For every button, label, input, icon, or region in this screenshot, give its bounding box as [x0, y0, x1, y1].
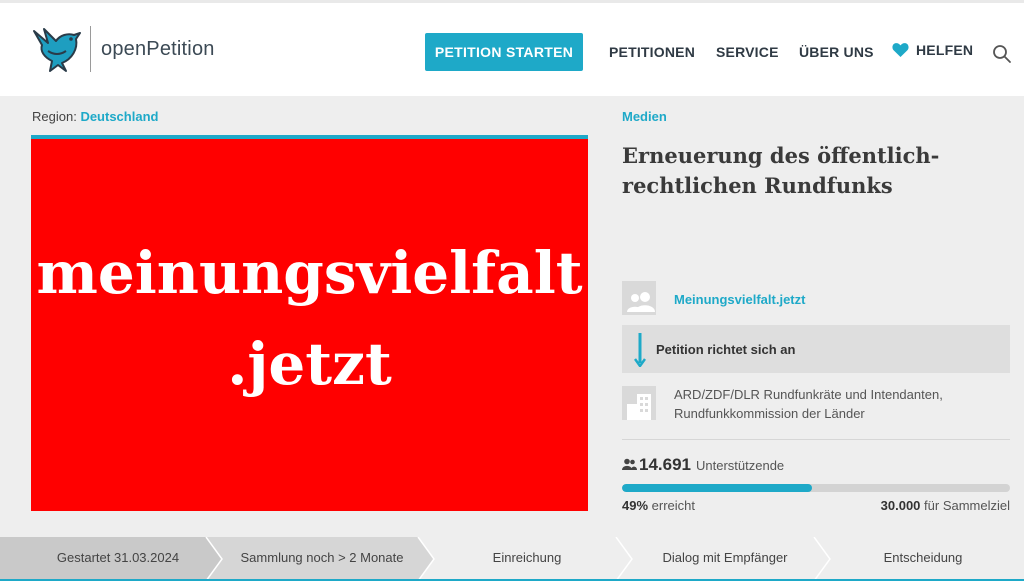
section-divider [622, 439, 1010, 440]
nav-help[interactable]: HELFEN [892, 42, 973, 58]
nav-service[interactable]: SERVICE [716, 44, 779, 60]
percent-label: erreicht [651, 498, 696, 513]
logo-divider [90, 26, 91, 72]
users-icon [622, 458, 637, 470]
site-logo[interactable]: openPetition [30, 23, 215, 75]
goal-label: für Sammelziel [924, 498, 1010, 513]
supporters-label: Unterstützende [696, 458, 785, 473]
nav-petitions[interactable]: PETITIONEN [609, 44, 695, 60]
goal-value: 30.000 [880, 498, 921, 513]
addressed-to-box: Petition richtet sich an [622, 325, 1010, 373]
bird-logo-icon [33, 28, 81, 72]
progress-bar [622, 484, 1010, 492]
goal-info: 30.000 für Sammelziel [881, 498, 1010, 513]
author-link[interactable]: Meinungsvielfalt.jetzt [674, 292, 805, 307]
building-icon [627, 394, 651, 420]
image-text-line1: meinungsvielfalt [36, 239, 583, 307]
nav-about[interactable]: ÜBER UNS [799, 44, 874, 60]
nav-help-label: HELFEN [916, 42, 974, 58]
percent-value: 49% [622, 498, 649, 513]
heart-icon [892, 43, 909, 57]
addressed-label: Petition richtet sich an [656, 342, 796, 357]
search-icon[interactable] [992, 44, 1012, 64]
step-submission: Einreichung [492, 550, 562, 565]
percent-reached: 49% erreicht [622, 498, 695, 513]
author-avatar [622, 281, 656, 315]
image-text-line2: .jetzt [227, 330, 392, 398]
petition-title: Erneuerung des öffentlich-rechtlichen Ru… [622, 143, 940, 198]
users-placeholder-icon [627, 292, 655, 312]
start-petition-button[interactable]: PETITION STARTEN [425, 33, 583, 71]
arrow-down-icon [634, 333, 646, 367]
site-header: openPetition PETITION STARTEN PETITIONEN… [0, 3, 1024, 96]
step-started: Gestartet 31.03.2024 [56, 550, 180, 565]
step-dialog: Dialog mit Empfänger [662, 550, 788, 565]
supporters-count: 14.691 Unterstützende [622, 455, 784, 475]
step-collection: Sammlung noch > 2 Monate [240, 550, 404, 565]
region-label: Region: [32, 109, 77, 124]
region-link[interactable]: Deutschland [80, 109, 158, 124]
recipient-avatar [622, 386, 656, 420]
recipient-text: ARD/ZDF/DLR Rundfunkräte und Intendanten… [674, 387, 943, 421]
petition-image: meinungsvielfalt .jetzt [31, 135, 588, 511]
category-link[interactable]: Medien [622, 109, 667, 124]
supporters-number: 14.691 [639, 455, 691, 474]
logo-text: openPetition [101, 37, 215, 60]
region-info: Region: Deutschland [32, 109, 158, 124]
progress-fill [622, 484, 813, 492]
step-decision: Entscheidung [883, 550, 963, 565]
